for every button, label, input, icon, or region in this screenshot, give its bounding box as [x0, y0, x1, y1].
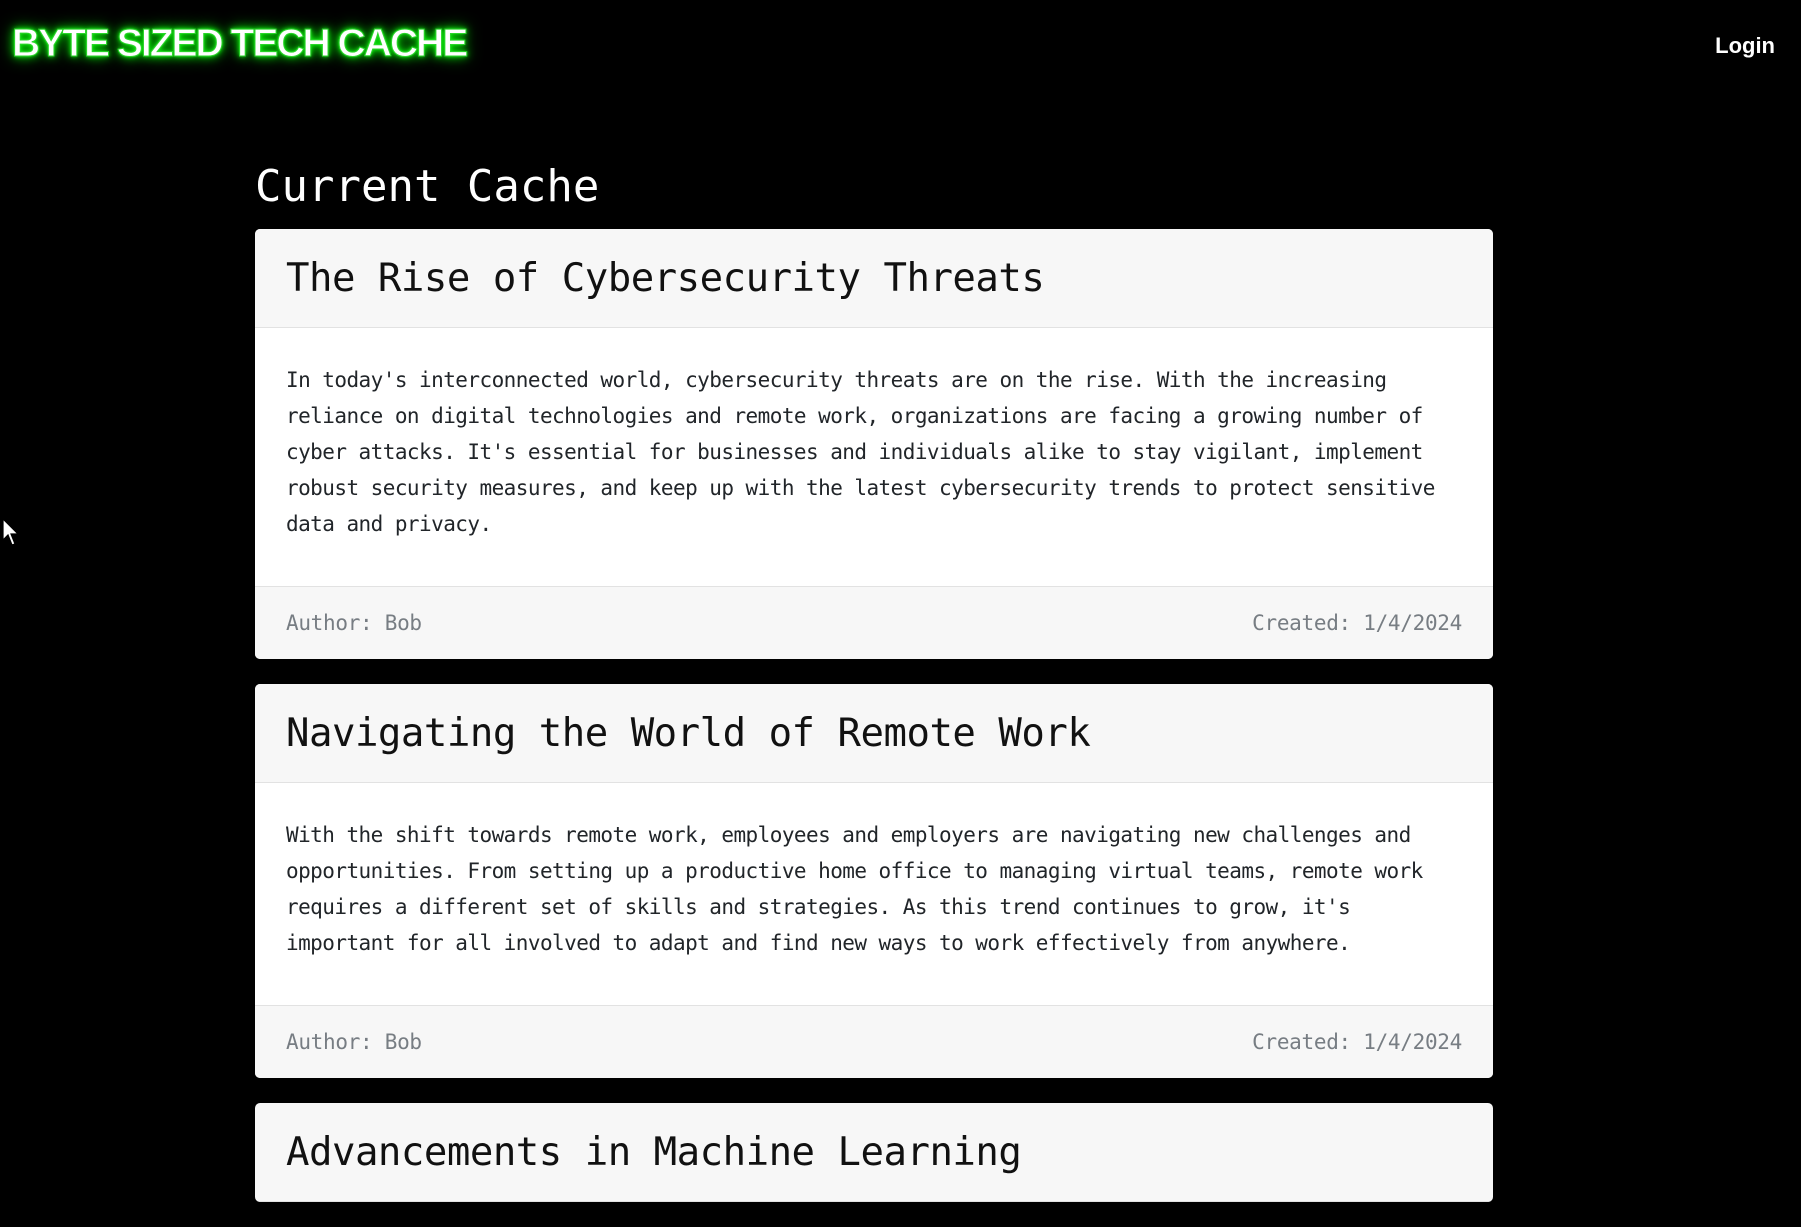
post-card-header: The Rise of Cybersecurity Threats	[255, 229, 1493, 328]
post-created-date: Created: 1/4/2024	[1252, 1030, 1462, 1054]
post-card-header: Navigating the World of Remote Work	[255, 684, 1493, 783]
navbar: BYTE SIZED TECH CACHE Login	[0, 0, 1801, 100]
login-link[interactable]: Login	[1715, 33, 1775, 59]
post-card[interactable]: Navigating the World of Remote Work With…	[255, 684, 1493, 1078]
post-author: Author: Bob	[286, 1030, 422, 1054]
post-card[interactable]: The Rise of Cybersecurity Threats In tod…	[255, 229, 1493, 659]
post-card-footer: Author: Bob Created: 1/4/2024	[255, 1005, 1493, 1078]
post-card-footer: Author: Bob Created: 1/4/2024	[255, 586, 1493, 659]
post-card-body: With the shift towards remote work, empl…	[255, 783, 1493, 1005]
mouse-pointer-icon	[2, 518, 20, 546]
post-created-date: Created: 1/4/2024	[1252, 611, 1462, 635]
post-body-text: With the shift towards remote work, empl…	[286, 823, 1423, 955]
page-title: Current Cache	[255, 161, 600, 212]
post-card-body: In today's interconnected world, cyberse…	[255, 328, 1493, 586]
post-title[interactable]: Advancements in Machine Learning	[286, 1130, 1022, 1175]
main-content: Current Cache The Rise of Cybersecurity …	[255, 160, 1493, 1227]
post-title[interactable]: Navigating the World of Remote Work	[286, 711, 1091, 756]
post-card[interactable]: Advancements in Machine Learning	[255, 1103, 1493, 1202]
post-card-header: Advancements in Machine Learning	[255, 1103, 1493, 1202]
post-author: Author: Bob	[286, 611, 422, 635]
site-brand-link[interactable]: BYTE SIZED TECH CACHE	[11, 22, 468, 66]
post-title[interactable]: The Rise of Cybersecurity Threats	[286, 256, 1045, 301]
post-body-text: In today's interconnected world, cyberse…	[286, 368, 1435, 536]
